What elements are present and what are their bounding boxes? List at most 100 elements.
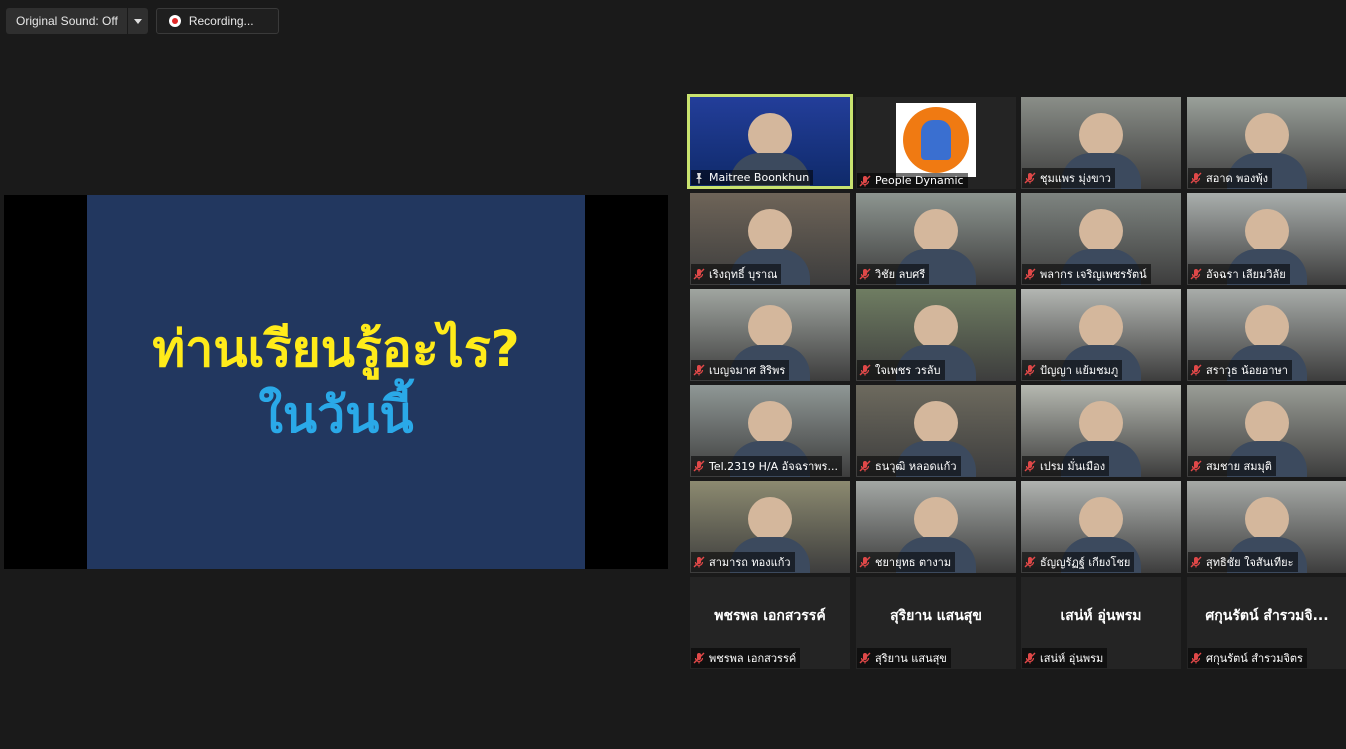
participant-tile[interactable]: สอาด พองพุ้ง: [1187, 97, 1346, 189]
participant-nameplate: Tel.2319 H/A อัจฉราพร...: [691, 456, 842, 476]
participant-tile[interactable]: ธนวุฒิ หลอดแก้ว: [856, 385, 1016, 477]
participant-tile[interactable]: เริงฤทธิ์ บุราณ: [690, 193, 850, 285]
recording-button[interactable]: Recording...: [155, 8, 279, 34]
person-silhouette-icon: [748, 401, 792, 445]
participant-name: เบญจมาศ สิริพร: [709, 364, 786, 377]
participant-name: Maitree Boonkhun: [709, 171, 810, 184]
person-silhouette-icon: [1079, 209, 1123, 253]
participant-name: สุทธิชัย ใจสันเทียะ: [1206, 556, 1294, 569]
participant-nameplate: เปรม มั่นเมือง: [1022, 456, 1110, 476]
participant-nameplate: เบญจมาศ สิริพร: [691, 360, 790, 380]
participant-display-name: พชรพล เอกสวรรค์: [714, 608, 826, 624]
participant-tile[interactable]: เบญจมาศ สิริพร: [690, 289, 850, 381]
person-silhouette-icon: [1245, 209, 1289, 253]
participant-name: ใจเพชร วรลับ: [875, 364, 941, 377]
chevron-down-icon: [133, 18, 142, 24]
participant-display-name: ศกุนรัตน์ สำรวมจิ...: [1205, 608, 1329, 624]
person-silhouette-icon: [914, 401, 958, 445]
person-silhouette-icon: [1079, 497, 1123, 541]
participant-name: ชยายุทธ ตางาม: [875, 556, 952, 569]
participant-nameplate: สุทธิชัย ใจสันเทียะ: [1188, 552, 1298, 572]
participant-name: วิชัย ลบศรี: [875, 268, 926, 281]
participant-name: ธัญญรัฏฐ์ เกียงโชย: [1040, 556, 1131, 569]
mic-muted-icon: [859, 268, 871, 280]
participant-tile[interactable]: ปัญญา แย้มชมภู: [1021, 289, 1181, 381]
participant-nameplate: เสน่ห์ อุ่นพรม: [1022, 648, 1108, 668]
participant-nameplate: เริงฤทธิ์ บุราณ: [691, 264, 782, 284]
participant-name: เปรม มั่นเมือง: [1040, 460, 1106, 473]
presentation-slide: ท่านเรียนรู้อะไร? ในวันนี้: [87, 195, 585, 569]
participant-nameplate: วิชัย ลบศรี: [857, 264, 930, 284]
participant-nameplate: ใจเพชร วรลับ: [857, 360, 945, 380]
participant-tile[interactable]: ชยายุทธ ตางาม: [856, 481, 1016, 573]
mic-muted-icon: [859, 556, 871, 568]
participant-tile[interactable]: สุริยาน แสนสุข สุริยาน แสนสุข: [856, 577, 1016, 669]
participant-nameplate: ศกุนรัตน์ สำรวมจิตร: [1188, 648, 1307, 668]
participant-name: เสน่ห์ อุ่นพรม: [1040, 652, 1104, 665]
person-silhouette-icon: [748, 209, 792, 253]
participant-nameplate: ชุมแพร มุ่งขาว: [1022, 168, 1115, 188]
participant-tile[interactable]: ใจเพชร วรลับ: [856, 289, 1016, 381]
original-sound-button[interactable]: Original Sound: Off: [6, 8, 127, 34]
participant-tile[interactable]: สามารถ ทองแก้ว: [690, 481, 850, 573]
participant-tile[interactable]: เสน่ห์ อุ่นพรม เสน่ห์ อุ่นพรม: [1021, 577, 1181, 669]
participant-tile[interactable]: อัจฉรา เลียมวิลัย: [1187, 193, 1346, 285]
participant-nameplate: สราวุธ น้อยอาษา: [1188, 360, 1292, 380]
participant-nameplate: สอาด พองพุ้ง: [1188, 168, 1272, 188]
mic-muted-icon: [1024, 652, 1036, 664]
participant-tile[interactable]: พลากร เจริญเพชรรัตน์: [1021, 193, 1181, 285]
mic-muted-icon: [1024, 556, 1036, 568]
mic-muted-icon: [1190, 652, 1202, 664]
participant-name: เริงฤทธิ์ บุราณ: [709, 268, 778, 281]
mic-muted-icon: [693, 652, 705, 664]
participant-nameplate: People Dynamic: [857, 173, 968, 188]
participant-tile[interactable]: สราวุธ น้อยอาษา: [1187, 289, 1346, 381]
person-silhouette-icon: [1079, 401, 1123, 445]
slide-title: ท่านเรียนรู้อะไร?: [152, 320, 520, 378]
people-dynamic-logo-icon: [896, 103, 976, 177]
participant-tile[interactable]: Maitree Boonkhun: [687, 94, 853, 189]
participant-nameplate: ชยายุทธ ตางาม: [857, 552, 956, 572]
slide-subtitle: ในวันนี้: [258, 386, 414, 444]
participant-name: พลากร เจริญเพชรรัตน์: [1040, 268, 1147, 281]
person-silhouette-icon: [914, 305, 958, 349]
pin-icon: [693, 172, 705, 184]
mic-muted-icon: [693, 364, 705, 376]
participant-name: อัจฉรา เลียมวิลัย: [1206, 268, 1286, 281]
participant-name: Tel.2319 H/A อัจฉราพร...: [709, 460, 838, 473]
mic-muted-icon: [1190, 364, 1202, 376]
record-icon: [168, 15, 181, 27]
participant-tile[interactable]: วิชัย ลบศรี: [856, 193, 1016, 285]
participant-tile[interactable]: พชรพล เอกสวรรค์ พชรพล เอกสวรรค์: [690, 577, 850, 669]
person-silhouette-icon: [1079, 113, 1123, 157]
participant-tile[interactable]: ธัญญรัฏฐ์ เกียงโชย: [1021, 481, 1181, 573]
participant-display-name: เสน่ห์ อุ่นพรม: [1060, 608, 1142, 624]
participant-name: พชรพล เอกสวรรค์: [709, 652, 797, 665]
participant-name: ศกุนรัตน์ สำรวมจิตร: [1206, 652, 1303, 665]
mic-muted-icon: [1190, 460, 1202, 472]
mic-muted-icon: [859, 175, 871, 187]
person-silhouette-icon: [748, 113, 792, 157]
participant-name: ชุมแพร มุ่งขาว: [1040, 172, 1111, 185]
person-silhouette-icon: [914, 497, 958, 541]
participant-name: ธนวุฒิ หลอดแก้ว: [875, 460, 957, 473]
participant-tile[interactable]: People Dynamic: [856, 97, 1016, 189]
participant-tile[interactable]: Tel.2319 H/A อัจฉราพร...: [690, 385, 850, 477]
mic-muted-icon: [859, 460, 871, 472]
participant-name: สุริยาน แสนสุข: [875, 652, 947, 665]
participant-tile[interactable]: ชุมแพร มุ่งขาว: [1021, 97, 1181, 189]
participant-name: สมชาย สมมุติ: [1206, 460, 1272, 473]
original-sound-group: Original Sound: Off: [6, 8, 148, 34]
participant-tile[interactable]: ศกุนรัตน์ สำรวมจิ... ศกุนรัตน์ สำรวมจิตร: [1187, 577, 1346, 669]
participant-nameplate: ธนวุฒิ หลอดแก้ว: [857, 456, 961, 476]
participant-nameplate: อัจฉรา เลียมวิลัย: [1188, 264, 1290, 284]
participant-tile[interactable]: เปรม มั่นเมือง: [1021, 385, 1181, 477]
person-silhouette-icon: [1245, 497, 1289, 541]
participant-nameplate: สมชาย สมมุติ: [1188, 456, 1276, 476]
original-sound-dropdown-button[interactable]: [126, 8, 148, 34]
person-silhouette-icon: [914, 209, 958, 253]
participant-tile[interactable]: สมชาย สมมุติ: [1187, 385, 1346, 477]
participant-tile[interactable]: สุทธิชัย ใจสันเทียะ: [1187, 481, 1346, 573]
person-silhouette-icon: [1245, 305, 1289, 349]
participant-name: ปัญญา แย้มชมภู: [1040, 364, 1119, 377]
